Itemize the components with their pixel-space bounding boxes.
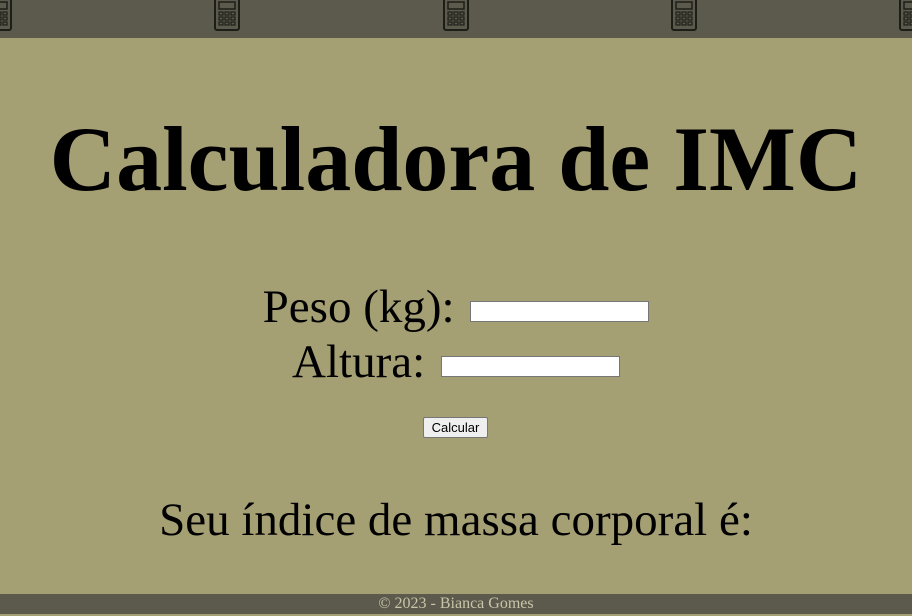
calculator-icon [0,0,12,31]
header-bar [0,0,912,38]
height-input[interactable] [440,355,620,377]
height-label: Altura: [292,336,426,388]
calculator-icon [899,0,912,31]
calculator-icon [671,0,697,31]
calculator-icon [214,0,240,31]
calculate-button[interactable]: Calcular [423,417,488,438]
calculator-icon [443,0,469,31]
page-title: Calculadora de IMC [49,108,863,210]
weight-row: Peso (kg): [0,280,912,334]
height-row: Altura: [0,335,912,389]
weight-label: Peso (kg): [262,281,455,333]
footer: © 2023 - Bianca Gomes [0,594,912,614]
result-text: Seu índice de massa corporal é: [159,494,753,546]
copyright-text: © 2023 - Bianca Gomes [378,595,534,612]
weight-input[interactable] [470,300,650,322]
